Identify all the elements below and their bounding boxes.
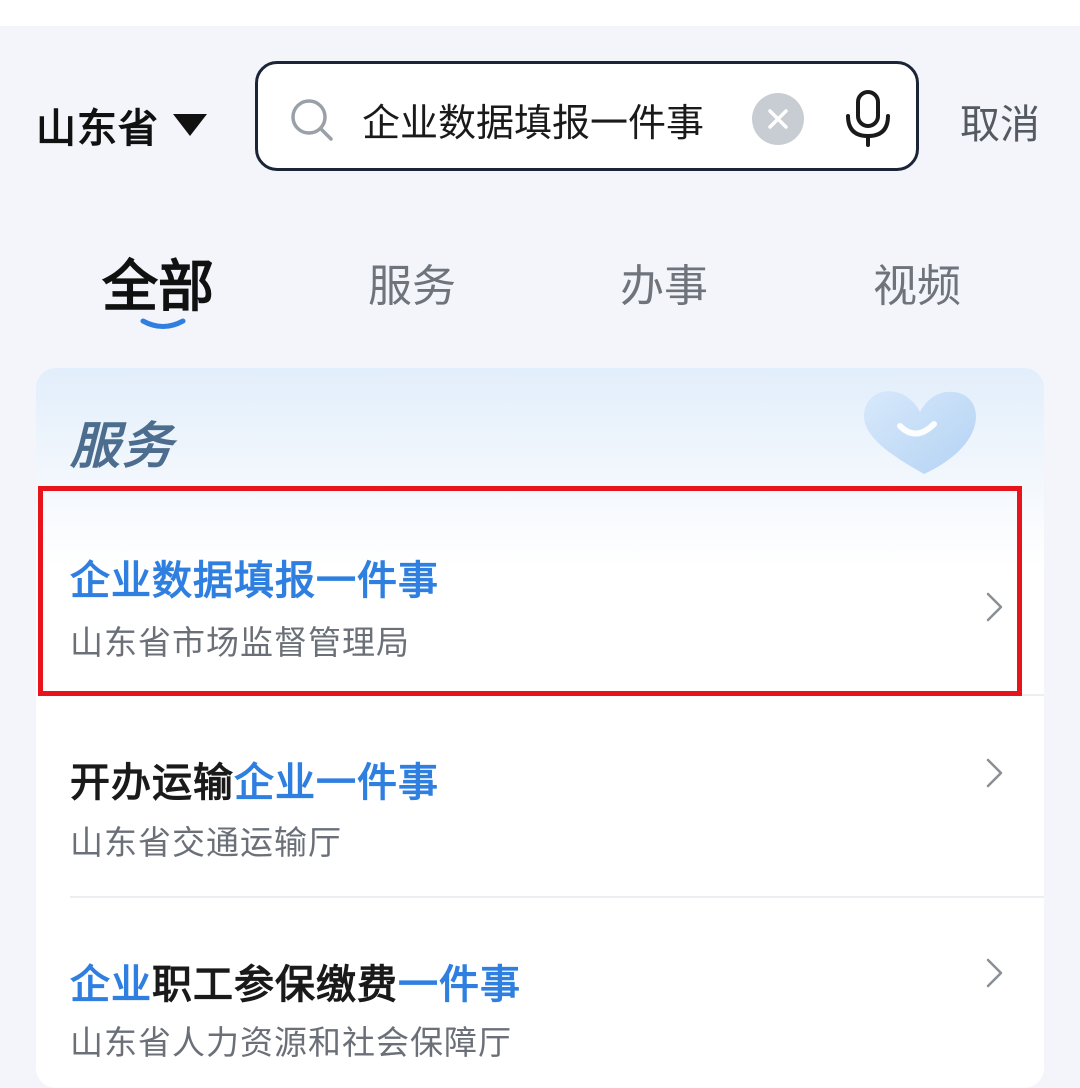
result-item[interactable]: 企业职工参保缴费一件事 山东省人力资源和社会保障厅 xyxy=(36,898,1044,1088)
tab-active-indicator xyxy=(140,318,186,329)
result-title: 企业职工参保缴费一件事 xyxy=(70,962,521,1008)
tab-affairs[interactable]: 办事 xyxy=(620,250,708,314)
caret-down-icon xyxy=(173,114,207,136)
tab-videos[interactable]: 视频 xyxy=(873,250,961,314)
search-query-text[interactable]: 企业数据填报一件事 xyxy=(362,92,704,147)
clear-icon xyxy=(768,109,788,129)
selected-result-highlight xyxy=(38,486,1022,696)
chevron-right-icon xyxy=(986,958,1003,988)
search-input[interactable]: 企业数据填报一件事 xyxy=(255,61,919,171)
result-item[interactable]: 开办运输企业一件事 山东省交通运输厅 xyxy=(36,696,1044,896)
region-selector[interactable]: 山东省 xyxy=(36,96,207,154)
result-title: 开办运输企业一件事 xyxy=(70,760,439,806)
tab-services[interactable]: 服务 xyxy=(368,250,456,314)
clear-search-button[interactable] xyxy=(752,93,804,145)
heart-chat-icon xyxy=(864,391,976,474)
result-department: 山东省交通运输厅 xyxy=(70,823,342,862)
search-icon xyxy=(291,99,333,141)
microphone-icon[interactable] xyxy=(840,88,896,148)
services-card: 服务 企业数据填报一件事 山东省市场监督管理局 开办运输企业一件事 山东省交通运… xyxy=(36,368,1044,1088)
region-label: 山东省 xyxy=(36,106,159,152)
chevron-right-icon xyxy=(986,758,1003,788)
status-bar-area xyxy=(0,0,1080,26)
section-title: 服务 xyxy=(70,417,174,475)
tab-all[interactable]: 全部 xyxy=(102,242,214,323)
cancel-button[interactable]: 取消 xyxy=(960,92,1040,150)
result-department: 山东省人力资源和社会保障厅 xyxy=(70,1023,512,1062)
